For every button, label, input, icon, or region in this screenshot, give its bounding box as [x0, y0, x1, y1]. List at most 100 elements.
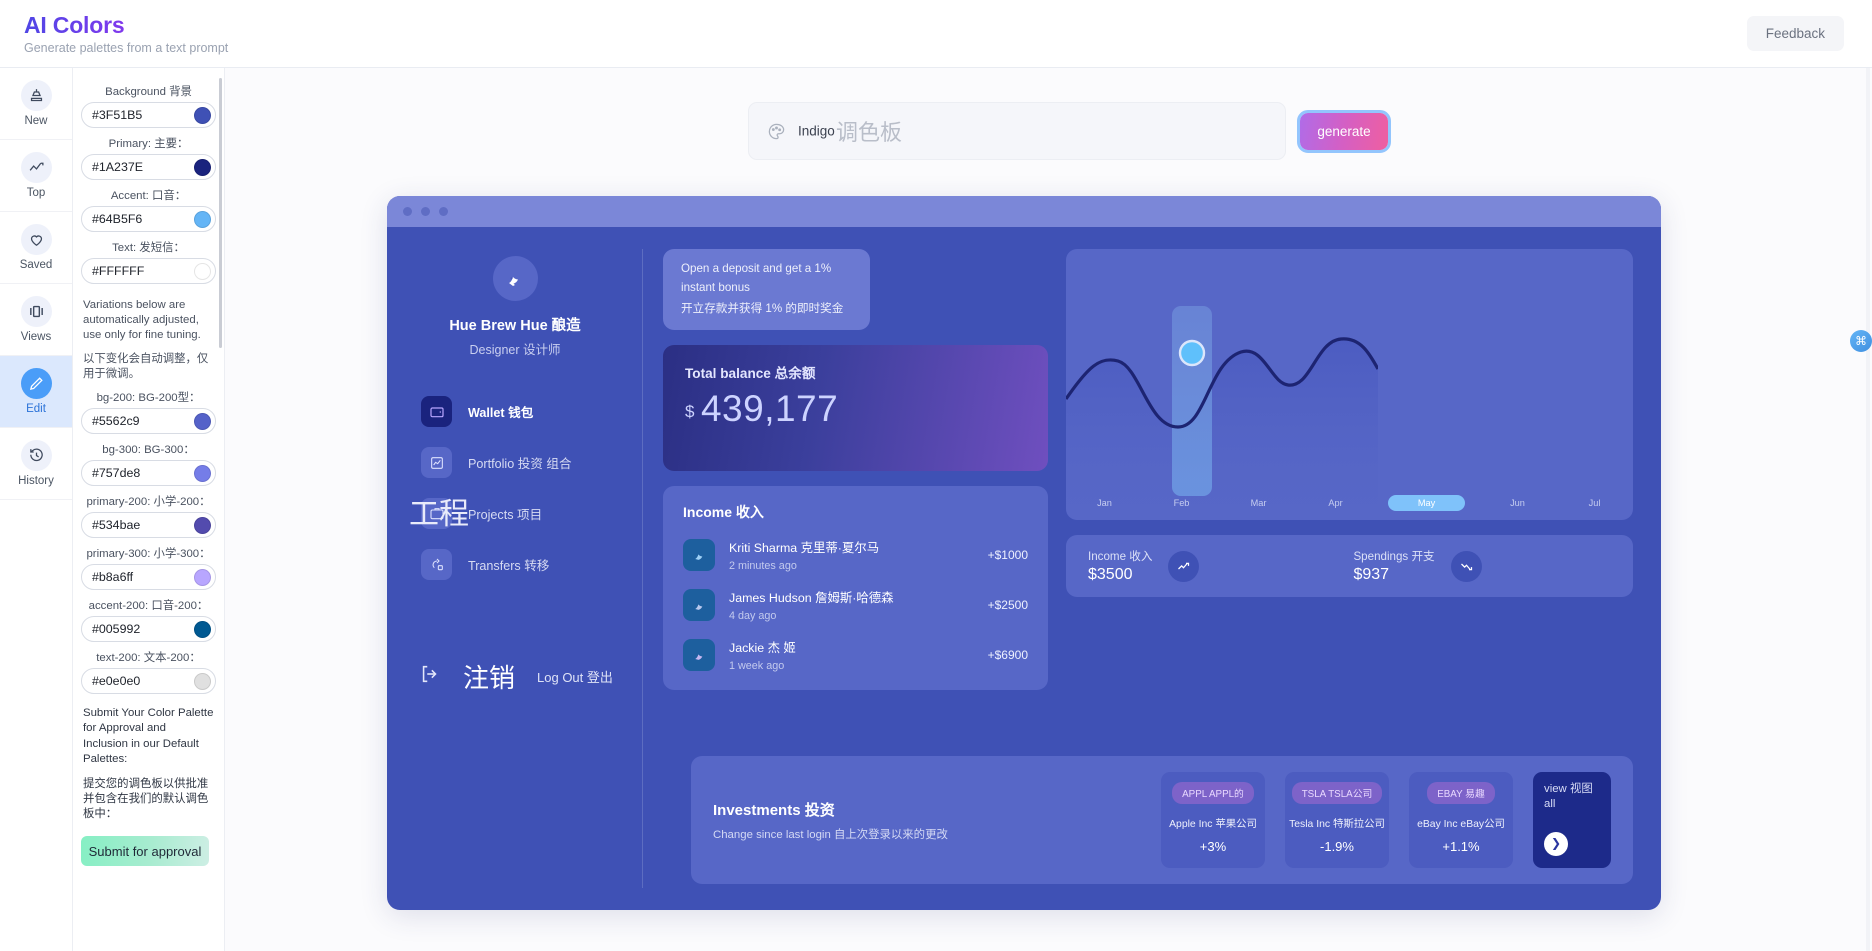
panel-scrollbar[interactable] — [219, 78, 222, 348]
command-icon[interactable]: ⌘ — [1850, 330, 1872, 352]
chart-tick-feb[interactable]: Feb — [1143, 498, 1220, 508]
color-input-text-200[interactable] — [92, 674, 184, 689]
brand: AI Colors Generate palettes from a text … — [24, 12, 228, 55]
color-swatch-bg-300[interactable] — [194, 464, 211, 482]
field-label-text: Text: 发短信： — [112, 242, 185, 254]
prompt-input-value[interactable]: Indigo — [798, 124, 835, 139]
preview-titlebar — [387, 196, 1661, 227]
view-all-button[interactable]: view 视图 all ❯ — [1533, 772, 1611, 868]
color-field-accent[interactable] — [81, 206, 216, 232]
canvas-scrollbar[interactable] — [1866, 68, 1870, 951]
window-close-dot[interactable] — [403, 207, 412, 216]
color-input-text[interactable] — [92, 264, 184, 278]
chart-tick-jan[interactable]: Jan — [1066, 498, 1143, 508]
income-row[interactable]: James Hudson 詹姆斯·哈德森 4 day ago +$2500 — [683, 588, 1028, 622]
color-swatch-accent[interactable] — [194, 210, 211, 228]
app-subtitle: Generate palettes from a text prompt — [24, 41, 229, 56]
color-input-background[interactable] — [92, 108, 184, 122]
rail-item-top[interactable]: Top — [0, 140, 72, 212]
color-swatch-primary[interactable] — [194, 158, 211, 176]
total-balance-amount: $439,177 — [685, 388, 1026, 430]
color-swatch-background[interactable] — [194, 106, 211, 124]
income-row[interactable]: Jackie 杰 姬 1 week ago +$6900 — [683, 638, 1028, 672]
color-swatch-primary-200[interactable] — [194, 516, 211, 534]
color-field-bg-300[interactable] — [81, 460, 216, 487]
chart-tick-jun[interactable]: Jun — [1479, 498, 1556, 508]
investments-heading: Investments 投资 Change since last login 自… — [713, 799, 1013, 842]
income-row-name: Jackie 杰 姬 — [729, 641, 796, 656]
color-field-primary-200[interactable] — [81, 512, 216, 539]
preview-nav-portfolio[interactable]: Portfolio 投资 组合 — [421, 447, 643, 478]
trend-up-icon — [1168, 550, 1200, 582]
ticker-card-ebay[interactable]: EBAY 易趣 eBay Inc eBay公司 +1.1% — [1409, 772, 1513, 868]
rail-item-edit[interactable]: Edit — [0, 356, 72, 428]
income-row-amount: +$1000 — [987, 548, 1028, 563]
submit-blurb-en: Submit Your Color Palette for Approval a… — [83, 707, 214, 765]
balance-chart[interactable]: Jan Feb Mar Apr May Jun Jul — [1066, 249, 1633, 520]
ticker-card-appl[interactable]: APPL APPL的 Apple Inc 苹果公司 +3% — [1161, 772, 1265, 868]
color-field-text[interactable] — [81, 258, 216, 284]
ticker-tag-tsla: TSLA TSLA公司 — [1291, 782, 1383, 804]
contact-avatar-icon — [683, 639, 715, 672]
color-input-accent[interactable] — [92, 212, 184, 226]
income-row-time: 1 week ago — [729, 660, 785, 673]
color-swatch-accent-200[interactable] — [194, 620, 211, 638]
generate-button[interactable]: generate — [1297, 109, 1391, 153]
color-field-accent-200[interactable] — [81, 616, 216, 643]
preview-nav-label-portfolio: Portfolio 投资 组合 — [468, 457, 572, 471]
feedback-button[interactable]: Feedback — [1746, 16, 1844, 51]
color-swatch-text[interactable] — [194, 262, 211, 280]
window-minimize-dot[interactable] — [421, 207, 430, 216]
window-maximize-dot[interactable] — [439, 207, 448, 216]
color-field-primary[interactable] — [81, 154, 216, 180]
income-row-text: James Hudson 詹姆斯·哈德森 4 day ago — [729, 588, 974, 622]
color-input-bg-200[interactable] — [92, 414, 184, 429]
chart-tick-may[interactable]: May — [1388, 495, 1465, 511]
color-swatch-primary-300[interactable] — [194, 568, 211, 586]
chart-tick-mar[interactable]: Mar — [1220, 498, 1297, 508]
preview-nav: Wallet 钱包 Portfolio 投资 组合 Projects 项目 工程… — [387, 396, 643, 580]
promo-line-en: Open a deposit and get a 1% instant bonu… — [681, 262, 832, 294]
color-field-bg-200[interactable] — [81, 408, 216, 435]
rail-item-new[interactable]: New — [0, 68, 72, 140]
prompt-box[interactable]: Indigo 调色板 — [748, 102, 1286, 160]
transfers-icon — [421, 549, 452, 580]
ticker-name-tsla: Tesla Inc 特斯拉公司 — [1289, 819, 1385, 830]
rail-item-history[interactable]: History — [0, 428, 72, 500]
color-field-background[interactable] — [81, 102, 216, 128]
chart-tick-apr[interactable]: Apr — [1297, 498, 1374, 508]
chart-tick-jul[interactable]: Jul — [1556, 498, 1633, 508]
color-input-primary[interactable] — [92, 160, 184, 174]
promo-banner[interactable]: Open a deposit and get a 1% instant bonu… — [663, 249, 870, 331]
currency-symbol: $ — [685, 402, 695, 422]
income-card: Income 收入 Kriti Sharma 克里蒂·夏尔马 2 minutes… — [663, 486, 1048, 691]
prompt-placeholder: 调色板 — [836, 120, 903, 145]
color-input-primary-200[interactable] — [92, 518, 184, 533]
rail-label-new: New — [24, 115, 48, 127]
color-swatch-text-200[interactable] — [194, 672, 211, 690]
preview-logout[interactable]: 注销 Log Out 登出 — [387, 658, 643, 695]
investments-subtitle: Change since last login 自上次登录以来的更改 — [713, 828, 948, 841]
rail-item-views[interactable]: Views — [0, 284, 72, 356]
preview-nav-wallet[interactable]: Wallet 钱包 — [421, 396, 643, 427]
profile-role: Designer 设计师 — [469, 343, 561, 357]
ticker-card-tsla[interactable]: TSLA TSLA公司 Tesla Inc 特斯拉公司 -1.9% — [1285, 772, 1389, 868]
history-icon — [20, 440, 52, 471]
color-input-accent-200[interactable] — [92, 622, 184, 637]
income-row[interactable]: Kriti Sharma 克里蒂·夏尔马 2 minutes ago +$100… — [683, 538, 1028, 572]
view-all-label: view 视图 all — [1544, 783, 1593, 810]
rail-item-saved[interactable]: Saved — [0, 212, 72, 284]
preview-nav-projects[interactable]: Projects 项目 工程 — [409, 498, 643, 531]
command-glyph: ⌘ — [1855, 334, 1867, 348]
field-label-primary-200: primary-200: 小学-200： — [86, 496, 211, 509]
trending-up-icon — [20, 152, 52, 183]
color-field-text-200[interactable] — [81, 668, 216, 695]
ticker-name-ebay: eBay Inc eBay公司 — [1417, 819, 1505, 830]
color-input-primary-300[interactable] — [92, 570, 184, 585]
color-input-bg-300[interactable] — [92, 466, 184, 481]
stat-income: Income 收入 $3500 — [1088, 548, 1200, 584]
preview-nav-transfers[interactable]: Transfers 转移 — [421, 549, 643, 580]
color-field-primary-300[interactable] — [81, 564, 216, 591]
submit-for-approval-button[interactable]: Submit for approval — [81, 836, 209, 867]
color-swatch-bg-200[interactable] — [194, 412, 211, 430]
